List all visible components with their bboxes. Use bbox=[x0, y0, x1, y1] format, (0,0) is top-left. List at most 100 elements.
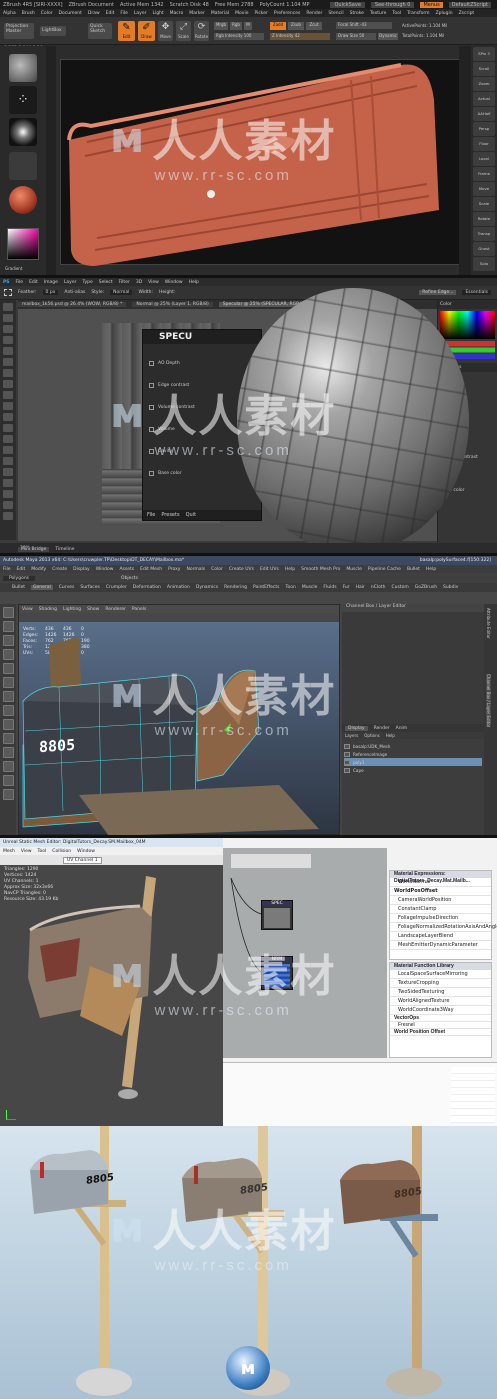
expression-item[interactable]: MeshEmitterDynamicParameter bbox=[390, 941, 491, 950]
refine-edge-button[interactable]: Refine Edge... bbox=[419, 290, 457, 295]
photoshop-tool-icon[interactable] bbox=[3, 347, 13, 355]
channel-tab-render[interactable]: Render bbox=[374, 726, 390, 731]
photoshop-menu-item[interactable]: View bbox=[148, 280, 159, 285]
draw-mode-button[interactable]: ✐ Draw bbox=[138, 21, 155, 41]
photoshop-menu-item[interactable]: Edit bbox=[29, 280, 38, 285]
dialog-item-checkbox[interactable] bbox=[149, 448, 154, 454]
maya-menu-item[interactable]: Edit UVs bbox=[260, 567, 279, 572]
photoshop-tool-icon[interactable] bbox=[3, 380, 13, 388]
dialog-quit-button[interactable]: Quit bbox=[186, 512, 196, 518]
maya-shelf-tab[interactable]: PaintEffects bbox=[253, 585, 279, 590]
photoshop-tool-icon[interactable] bbox=[3, 303, 13, 311]
expression-item[interactable]: FoliageNormalizedRotationAxisAndAngle bbox=[390, 923, 497, 932]
channel-tab-anim[interactable]: Anim bbox=[396, 726, 408, 731]
maya-menu-item[interactable]: Help bbox=[285, 567, 295, 572]
draw-size-slider[interactable]: Draw Size 50 bbox=[336, 33, 376, 40]
maya-shelf-tab[interactable]: nCloth bbox=[371, 585, 386, 590]
maya-shelf-tab[interactable]: Animation bbox=[167, 585, 190, 590]
maya-menu-item[interactable]: Window bbox=[96, 567, 114, 572]
photoshop-menu-item[interactable]: Help bbox=[189, 280, 199, 285]
maya-tool-icon[interactable] bbox=[2, 705, 14, 716]
zbrush-right-tool[interactable]: SPix 3 bbox=[473, 47, 495, 61]
expression-item[interactable]: CameraWorldPosition bbox=[390, 896, 491, 905]
maya-menu-item[interactable]: Bullet bbox=[407, 567, 420, 572]
move-mode-button[interactable]: ✥ Move bbox=[158, 21, 173, 41]
quick-sketch-button[interactable]: Quick Sketch bbox=[88, 23, 112, 39]
maya-tool-icon[interactable] bbox=[2, 607, 14, 618]
maya-shelf-tab[interactable]: Hair bbox=[356, 585, 365, 590]
maya-menu-item[interactable]: Display bbox=[73, 567, 90, 572]
zsub-toggle[interactable]: Zsub bbox=[288, 22, 304, 30]
dialog-presets-button[interactable]: Presets bbox=[161, 512, 179, 518]
scale-mode-button[interactable]: ⤢ Scale bbox=[176, 21, 191, 41]
attribute-editor-tab[interactable]: Attribute Editor bbox=[486, 608, 491, 639]
mesh-editor-menu-item[interactable]: View bbox=[21, 849, 32, 854]
photoshop-tool-icon[interactable] bbox=[3, 446, 13, 454]
maya-shelf-tab[interactable]: Bullet bbox=[12, 585, 25, 590]
function-world-position-offset[interactable]: World Position Offset bbox=[390, 1029, 491, 1036]
marquee-icon[interactable] bbox=[4, 289, 12, 296]
dialog-item-checkbox[interactable] bbox=[149, 360, 154, 366]
photoshop-menu-item[interactable]: Layer bbox=[64, 280, 77, 285]
timeline-tab[interactable]: Timeline bbox=[55, 547, 74, 552]
function-item[interactable]: TextureCropping bbox=[390, 979, 491, 988]
zbrush-menu-item[interactable]: Document bbox=[59, 11, 82, 16]
function-group-vectorops[interactable]: VectorOps bbox=[390, 1015, 491, 1022]
zbrush-right-tool[interactable]: Zoom bbox=[473, 77, 495, 91]
maya-tool-icon[interactable] bbox=[2, 733, 14, 744]
photoshop-tool-icon[interactable] bbox=[3, 501, 13, 509]
zbrush-menu-item[interactable]: File bbox=[120, 11, 128, 16]
z-intensity-slider[interactable]: Z Intensity 42 bbox=[270, 33, 330, 40]
function-item[interactable]: LocalSpaceSurfaceMirroring bbox=[390, 970, 491, 979]
function-item[interactable]: WorldAlignedTexture bbox=[390, 997, 491, 1006]
zbrush-menu-item[interactable]: Movie bbox=[235, 11, 248, 16]
maya-tool-icon[interactable] bbox=[2, 677, 14, 688]
maya-menu-item[interactable]: Proxy bbox=[168, 567, 180, 572]
color-ramp[interactable] bbox=[440, 311, 495, 339]
maya-menu-item[interactable]: Smooth Mesh Pro bbox=[301, 567, 340, 572]
maya-shelf-tab[interactable]: Muscle bbox=[302, 585, 318, 590]
help-menu[interactable]: Help bbox=[386, 733, 395, 738]
maya-menu-item[interactable]: Assets bbox=[119, 567, 134, 572]
zbrush-menu-item[interactable]: Transform bbox=[407, 11, 429, 16]
maya-shelf-tab[interactable]: Dynamics bbox=[196, 585, 218, 590]
function-item[interactable]: WorldCoordinate3Way bbox=[390, 1006, 491, 1015]
maya-shelf-tab[interactable]: Deformation bbox=[133, 585, 161, 590]
rotate-mode-button[interactable]: ⟳ Rotate bbox=[194, 21, 209, 41]
dialog-item-checkbox[interactable] bbox=[149, 382, 154, 388]
mrgb-toggle[interactable]: Mrgb bbox=[214, 22, 228, 30]
maya-menu-item[interactable]: Help bbox=[426, 567, 436, 572]
photoshop-tool-icon[interactable] bbox=[3, 358, 13, 366]
photoshop-tool-icon[interactable] bbox=[3, 424, 13, 432]
zbrush-menu-item[interactable]: Stencil bbox=[328, 11, 343, 16]
layer-visibility-toggle[interactable] bbox=[344, 743, 350, 749]
zbrush-menu-item[interactable]: Macro bbox=[170, 11, 184, 16]
maya-menu-item[interactable]: Pipeline Cache bbox=[368, 567, 401, 572]
expression-item[interactable]: LandscapeLayerBlend bbox=[390, 932, 491, 941]
photoshop-menu-item[interactable]: File bbox=[16, 280, 24, 285]
layer-visibility-toggle[interactable] bbox=[344, 759, 350, 765]
zbrush-canvas[interactable] bbox=[60, 59, 465, 266]
maya-menu-item[interactable]: File bbox=[3, 567, 11, 572]
zbrush-menu-item[interactable]: Tool bbox=[392, 11, 401, 16]
maya-tool-icon[interactable] bbox=[2, 621, 14, 632]
dialog-item[interactable]: AO Depth bbox=[149, 352, 255, 374]
photoshop-tool-icon[interactable] bbox=[3, 468, 13, 476]
photoshop-tool-icon[interactable] bbox=[3, 490, 13, 498]
zbrush-right-tool[interactable]: Scale bbox=[473, 197, 495, 211]
menus-button[interactable]: Menus bbox=[420, 1, 443, 8]
rgb-toggle[interactable]: Rgb bbox=[230, 22, 242, 30]
maya-shelf-tab[interactable]: Crumpler bbox=[106, 585, 127, 590]
maya-menu-item[interactable]: Color bbox=[211, 567, 223, 572]
rgb-intensity-slider[interactable]: Rgb Intensity 100 bbox=[214, 33, 264, 40]
photoshop-tool-icon[interactable] bbox=[3, 336, 13, 344]
default-zscript-button[interactable]: DefaultZScript bbox=[448, 1, 491, 8]
mesh-editor-menu-item[interactable]: Window bbox=[77, 849, 95, 854]
maya-viewport[interactable]: View Shading Lighting Show Renderer Panels Ve… bbox=[18, 604, 340, 835]
zbrush-menu-item[interactable]: Edit bbox=[106, 11, 115, 16]
zbrush-right-tool[interactable]: Transp bbox=[473, 227, 495, 241]
zbrush-menu-item[interactable]: Zscript bbox=[459, 11, 475, 16]
zbrush-menu-item[interactable]: Alpha bbox=[3, 11, 16, 16]
zbrush-menu-item[interactable]: Marker bbox=[189, 11, 205, 16]
zbrush-right-tool[interactable]: Floor bbox=[473, 137, 495, 151]
